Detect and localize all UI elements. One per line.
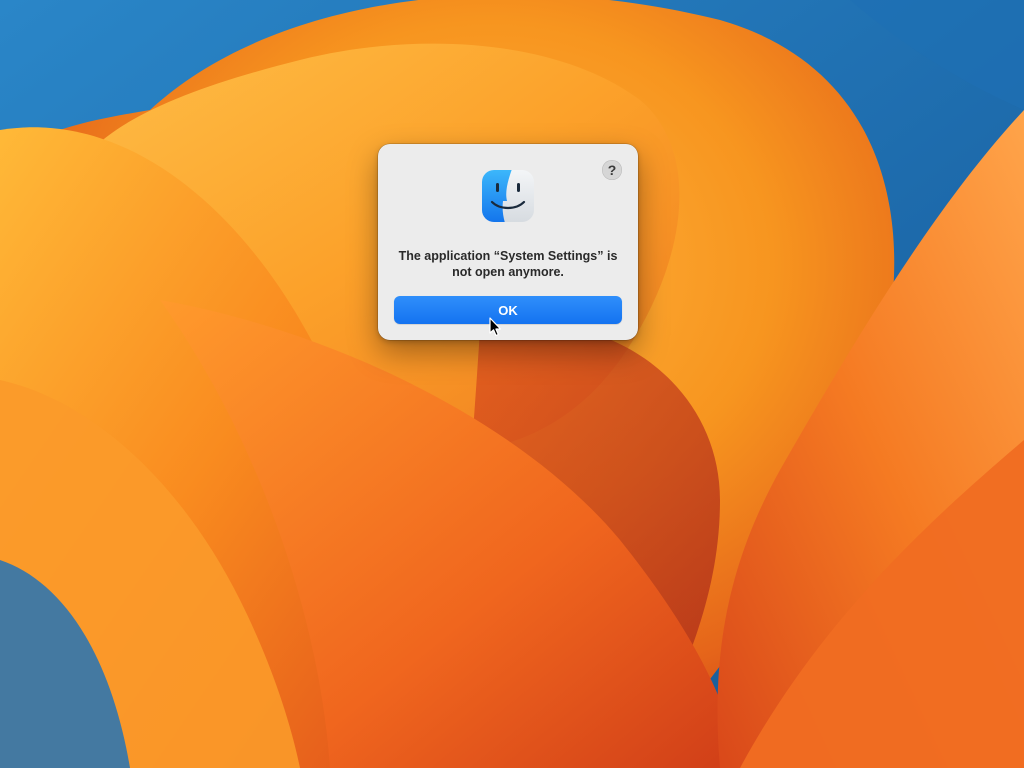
- desktop-wallpaper: [0, 0, 1024, 768]
- alert-message: The application “System Settings” is not…: [398, 249, 618, 279]
- finder-icon: [481, 169, 535, 223]
- help-button[interactable]: ?: [602, 160, 622, 180]
- ok-button[interactable]: OK: [394, 296, 622, 324]
- ok-button-label: OK: [498, 302, 518, 318]
- help-label: ?: [607, 162, 617, 178]
- wallpaper-graphic: [0, 0, 1024, 768]
- alert-dialog: ? The application “System Settings” is n…: [378, 144, 638, 340]
